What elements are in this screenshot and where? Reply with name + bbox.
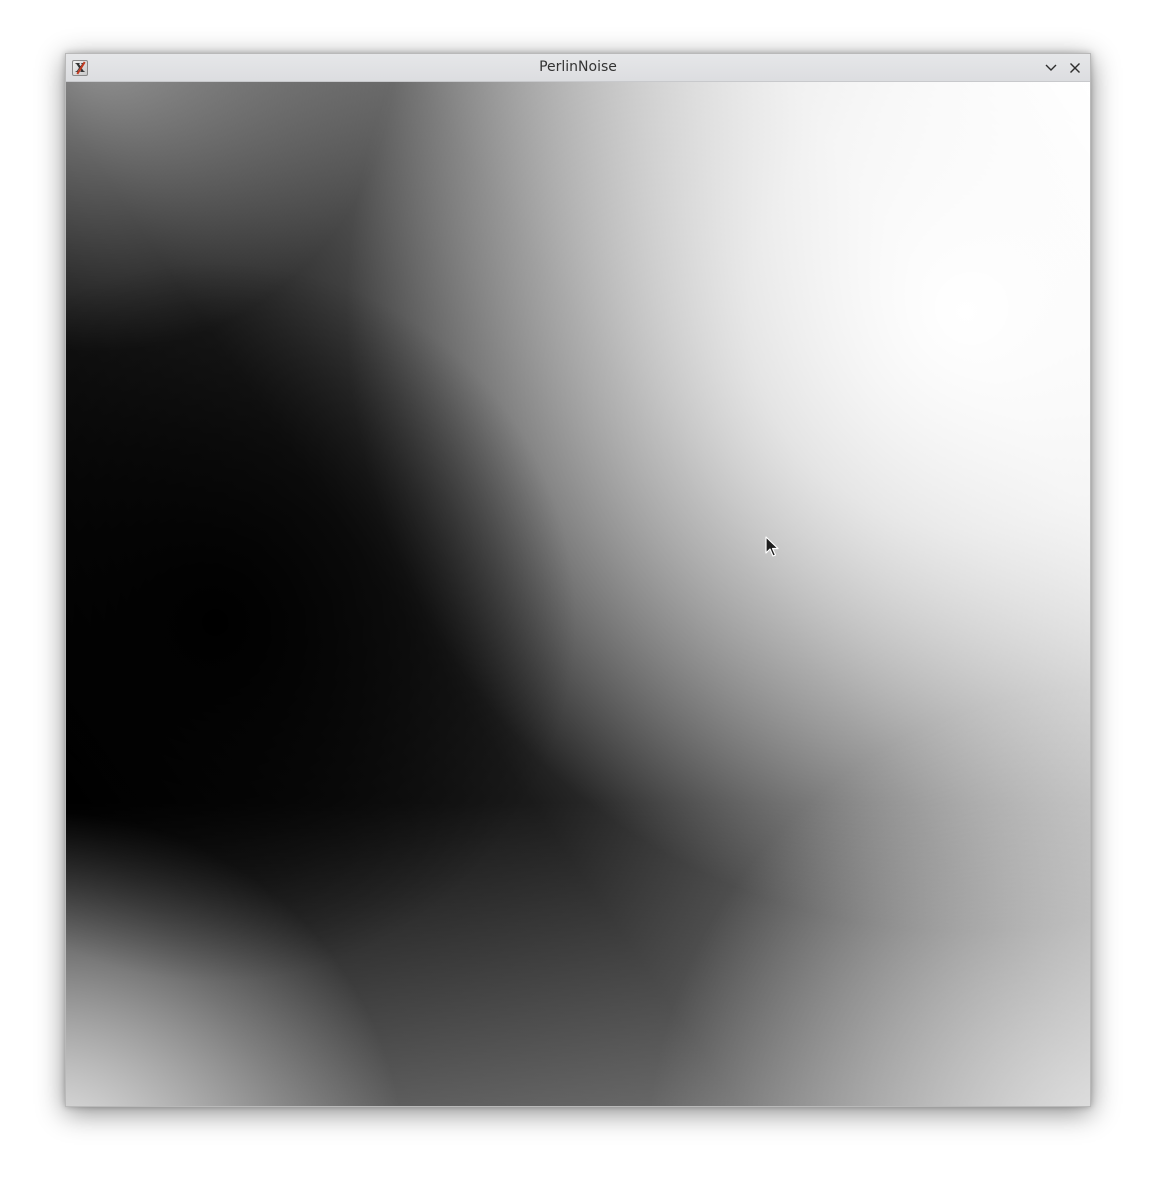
minimize-button[interactable] (1042, 59, 1060, 77)
chevron-down-icon (1045, 64, 1057, 71)
perlin-noise-image (66, 82, 1090, 1106)
title-bar[interactable]: X PerlinNoise (66, 54, 1090, 82)
close-button[interactable] (1066, 59, 1084, 77)
window-title: PerlinNoise (539, 59, 617, 75)
close-icon (1070, 63, 1080, 73)
arrow-pointer-icon (765, 536, 779, 557)
noise-dark-region (66, 82, 1090, 1106)
app-window[interactable]: X PerlinNoise (65, 53, 1091, 1107)
noise-canvas[interactable] (66, 82, 1090, 1106)
